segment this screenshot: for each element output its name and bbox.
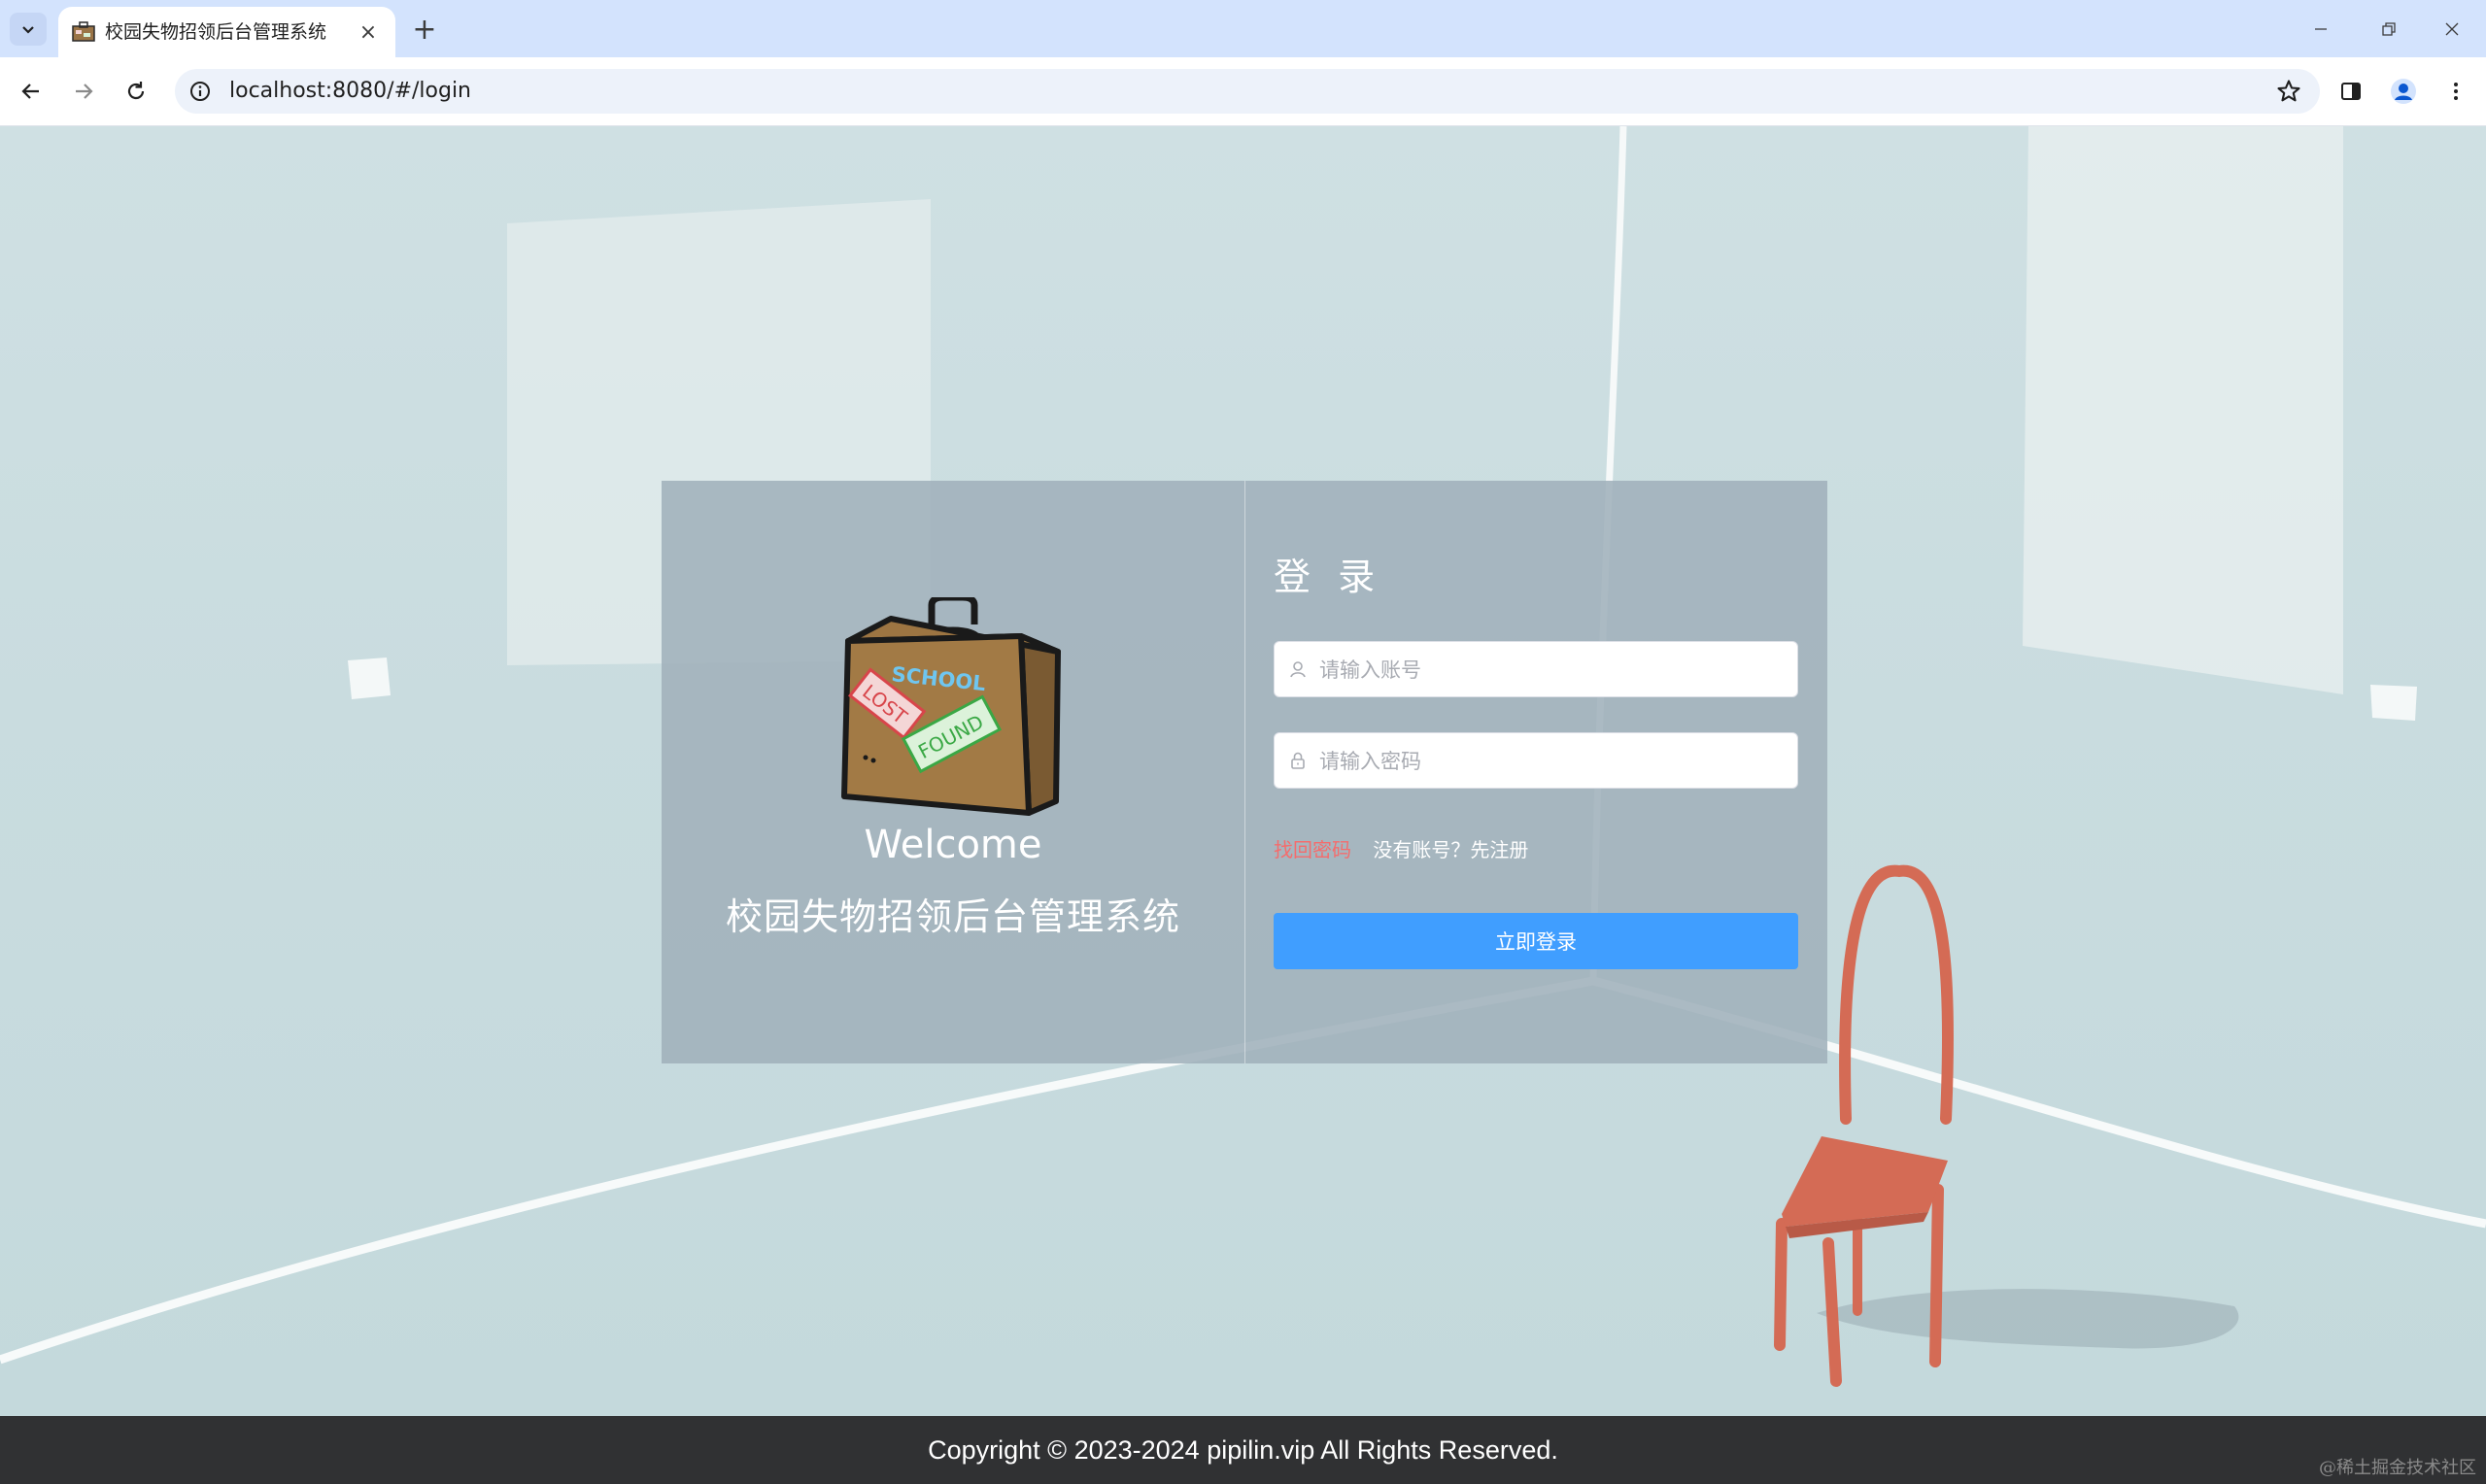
kebab-menu-icon: [2454, 83, 2458, 100]
tab-title: 校园失物招领后台管理系统: [105, 21, 327, 43]
url-text[interactable]: localhost:8080/#/login: [229, 69, 471, 114]
restore-button[interactable]: [2355, 0, 2423, 57]
chevron-down-icon: [22, 26, 34, 34]
login-title: 登 录: [1274, 556, 1383, 598]
register-link[interactable]: 没有账号？先注册: [1373, 838, 1528, 861]
watermark: @稀土掘金技术社区: [2319, 1458, 2476, 1478]
browser-tab-bar: 校园失物招领后台管理系统 × +: [0, 0, 2486, 57]
browser-tab-active[interactable]: 校园失物招领后台管理系统 ×: [58, 7, 395, 57]
close-icon: [2445, 22, 2459, 35]
arrow-left-icon: [21, 84, 39, 99]
side-panel-button[interactable]: [2332, 72, 2370, 111]
password-field[interactable]: [1274, 732, 1798, 790]
info-icon[interactable]: [188, 80, 212, 103]
login-card: SCHOOL LOST FOUND Welcome 校园失物招领后台管理系统 登…: [662, 481, 1827, 1063]
login-button[interactable]: 立即登录: [1274, 913, 1798, 969]
back-button[interactable]: [12, 72, 51, 111]
reload-icon: [127, 82, 145, 100]
user-icon: [1290, 661, 1306, 678]
login-form-panel: 登 录 找回密码 没有账号？先注册 立即登录: [1244, 481, 1827, 1063]
forward-button[interactable]: [64, 72, 103, 111]
tab-close-button[interactable]: ×: [354, 17, 383, 47]
page-viewport: SCHOOL LOST FOUND Welcome 校园失物招领后台管理系统 登…: [0, 126, 2486, 1416]
minimize-icon: [2315, 27, 2327, 30]
profile-button[interactable]: [2384, 72, 2423, 111]
close-window-button[interactable]: [2418, 0, 2486, 57]
password-input[interactable]: [1317, 733, 1788, 790]
minimize-button[interactable]: [2287, 0, 2355, 57]
welcome-text: Welcome: [864, 823, 1042, 867]
profile-icon: [2391, 79, 2416, 104]
address-bar[interactable]: localhost:8080/#/login: [175, 69, 2320, 114]
forgot-password-link[interactable]: 找回密码: [1274, 838, 1351, 861]
star-icon[interactable]: [2275, 78, 2302, 105]
username-input[interactable]: [1317, 642, 1788, 698]
arrow-right-icon: [76, 84, 93, 99]
auth-links: 找回密码 没有账号？先注册: [1274, 834, 1528, 862]
side-panel-icon: [2341, 83, 2361, 100]
suitcase-favicon-icon: [72, 21, 95, 42]
page-footer: Copyright © 2023-2024 pipilin.vip All Ri…: [0, 1416, 2486, 1484]
brand-panel: SCHOOL LOST FOUND Welcome 校园失物招领后台管理系统: [662, 481, 1244, 1063]
lost-and-found-suitcase-logo: SCHOOL LOST FOUND: [841, 597, 1061, 816]
copyright-text: Copyright © 2023-2024 pipilin.vip All Ri…: [928, 1435, 1558, 1465]
new-tab-button[interactable]: +: [408, 13, 441, 47]
system-name: 校园失物招领后台管理系统: [725, 895, 1180, 938]
reload-button[interactable]: [117, 72, 155, 111]
browser-toolbar: localhost:8080/#/login: [0, 57, 2486, 126]
lock-icon: [1291, 752, 1305, 769]
tab-list-button[interactable]: [10, 13, 47, 46]
restore-icon: [2382, 21, 2396, 36]
browser-menu-button[interactable]: [2436, 72, 2475, 111]
username-field[interactable]: [1274, 641, 1798, 698]
